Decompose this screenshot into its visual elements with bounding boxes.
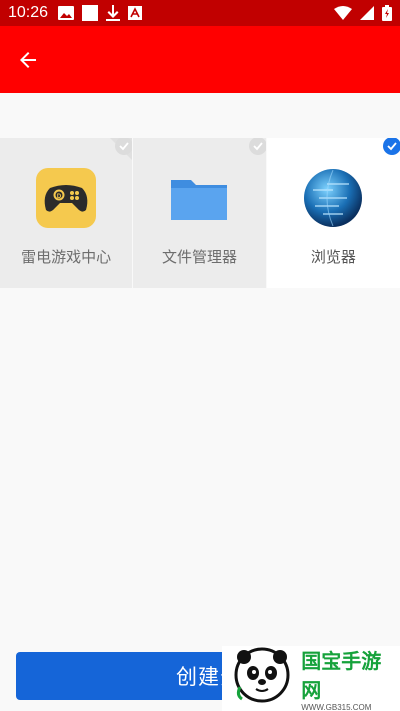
image-icon (58, 6, 75, 20)
globe-icon (303, 168, 363, 228)
gamepad-icon: D (36, 168, 97, 228)
signal-icon (360, 6, 374, 20)
app-tile-game-center[interactable]: D 雷电游戏中心 (0, 137, 134, 288)
svg-text:D: D (57, 194, 62, 200)
square-icon (82, 5, 99, 21)
battery-icon (382, 5, 392, 21)
check-selected-icon (378, 137, 400, 160)
app-label: 浏览器 (310, 248, 356, 266)
arrow-left-icon (20, 51, 36, 68)
watermark-url: WWW.GB315.COM (301, 703, 372, 711)
app-label: 雷电游戏中心 (21, 248, 112, 266)
app-grid: D 雷电游戏中心 文件管理器 浏览器 (0, 137, 400, 288)
a-icon (128, 6, 143, 20)
watermark-title: 国宝手游网 (301, 649, 382, 702)
app-tile-browser[interactable]: 浏览器 (266, 137, 400, 288)
download-icon (106, 5, 121, 21)
app-tile-file-manager[interactable]: 文件管理器 (133, 137, 267, 288)
app-label: 文件管理器 (161, 248, 237, 266)
wifi-icon (334, 6, 352, 20)
status-bar: 10:26 (0, 0, 400, 26)
watermark: 国宝手游网 WWW.GB315.COM (222, 646, 400, 711)
folder-icon (169, 168, 229, 228)
app-toolbar (0, 26, 400, 93)
status-time: 10:26 (8, 4, 49, 21)
panda-logo-icon (234, 647, 297, 711)
check-icon (110, 137, 134, 160)
check-icon (244, 137, 267, 160)
back-button[interactable] (0, 32, 56, 88)
